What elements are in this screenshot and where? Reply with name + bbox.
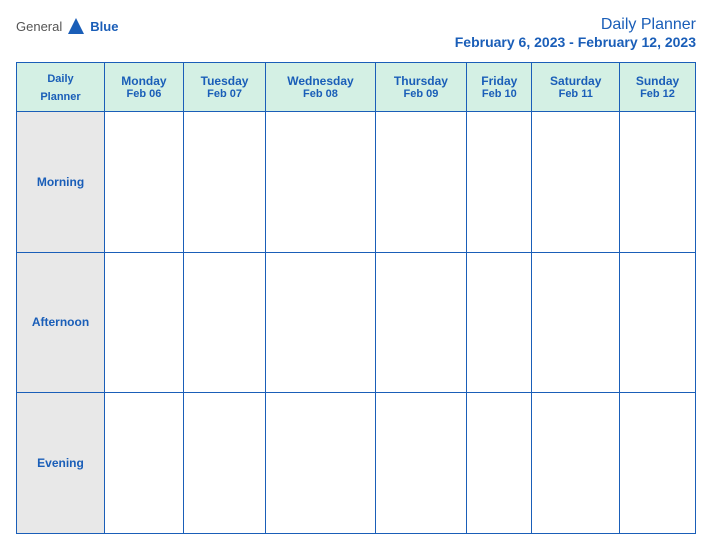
cell-morning-wednesday[interactable]: [266, 112, 375, 253]
page-header: General Blue Daily Planner February 6, 2…: [16, 16, 696, 50]
logo-icon: [66, 16, 86, 36]
cell-afternoon-thursday[interactable]: [375, 252, 466, 393]
cell-afternoon-sunday[interactable]: [620, 252, 696, 393]
cell-evening-sunday[interactable]: [620, 393, 696, 534]
cell-morning-tuesday[interactable]: [183, 112, 265, 253]
cell-evening-monday[interactable]: [105, 393, 184, 534]
day-date: Feb 06: [109, 88, 179, 100]
day-date: Feb 11: [536, 88, 615, 100]
daily-planner-header: DailyPlanner: [17, 63, 105, 112]
cell-evening-tuesday[interactable]: [183, 393, 265, 534]
day-header-wednesday: Wednesday Feb 08: [266, 63, 375, 112]
first-col-label: DailyPlanner: [40, 73, 80, 103]
cell-morning-friday[interactable]: [467, 112, 532, 253]
cell-afternoon-monday[interactable]: [105, 252, 184, 393]
cell-morning-saturday[interactable]: [532, 112, 620, 253]
time-label-evening: Evening: [17, 393, 105, 534]
cell-evening-saturday[interactable]: [532, 393, 620, 534]
row-afternoon: Afternoon: [17, 252, 696, 393]
day-date: Feb 12: [624, 88, 691, 100]
day-header-monday: Monday Feb 06: [105, 63, 184, 112]
day-name: Tuesday: [188, 74, 261, 88]
day-header-tuesday: Tuesday Feb 07: [183, 63, 265, 112]
time-label-morning: Morning: [17, 112, 105, 253]
cell-evening-friday[interactable]: [467, 393, 532, 534]
day-date: Feb 08: [270, 88, 370, 100]
day-name: Monday: [109, 74, 179, 88]
cell-morning-monday[interactable]: [105, 112, 184, 253]
cell-evening-thursday[interactable]: [375, 393, 466, 534]
cell-morning-thursday[interactable]: [375, 112, 466, 253]
cell-afternoon-tuesday[interactable]: [183, 252, 265, 393]
day-header-thursday: Thursday Feb 09: [375, 63, 466, 112]
day-name: Wednesday: [270, 74, 370, 88]
day-date: Feb 09: [380, 88, 462, 100]
cell-evening-wednesday[interactable]: [266, 393, 375, 534]
logo-general-text: General: [16, 19, 62, 34]
cell-afternoon-saturday[interactable]: [532, 252, 620, 393]
row-evening: Evening: [17, 393, 696, 534]
row-morning: Morning: [17, 112, 696, 253]
cell-afternoon-wednesday[interactable]: [266, 252, 375, 393]
title-area: Daily Planner February 6, 2023 - Februar…: [455, 16, 696, 50]
day-header-friday: Friday Feb 10: [467, 63, 532, 112]
logo-area: General Blue: [16, 16, 118, 36]
planner-title: Daily Planner: [455, 16, 696, 34]
logo-blue-text: Blue: [90, 19, 118, 34]
column-headers: DailyPlanner Monday Feb 06 Tuesday Feb 0…: [17, 63, 696, 112]
day-name: Thursday: [380, 74, 462, 88]
time-label-afternoon: Afternoon: [17, 252, 105, 393]
planner-table: DailyPlanner Monday Feb 06 Tuesday Feb 0…: [16, 62, 696, 534]
planner-date-range: February 6, 2023 - February 12, 2023: [455, 34, 696, 50]
day-date: Feb 10: [471, 88, 527, 100]
day-header-saturday: Saturday Feb 11: [532, 63, 620, 112]
day-name: Sunday: [624, 74, 691, 88]
cell-morning-sunday[interactable]: [620, 112, 696, 253]
day-name: Saturday: [536, 74, 615, 88]
day-date: Feb 07: [188, 88, 261, 100]
day-header-sunday: Sunday Feb 12: [620, 63, 696, 112]
day-name: Friday: [471, 74, 527, 88]
cell-afternoon-friday[interactable]: [467, 252, 532, 393]
